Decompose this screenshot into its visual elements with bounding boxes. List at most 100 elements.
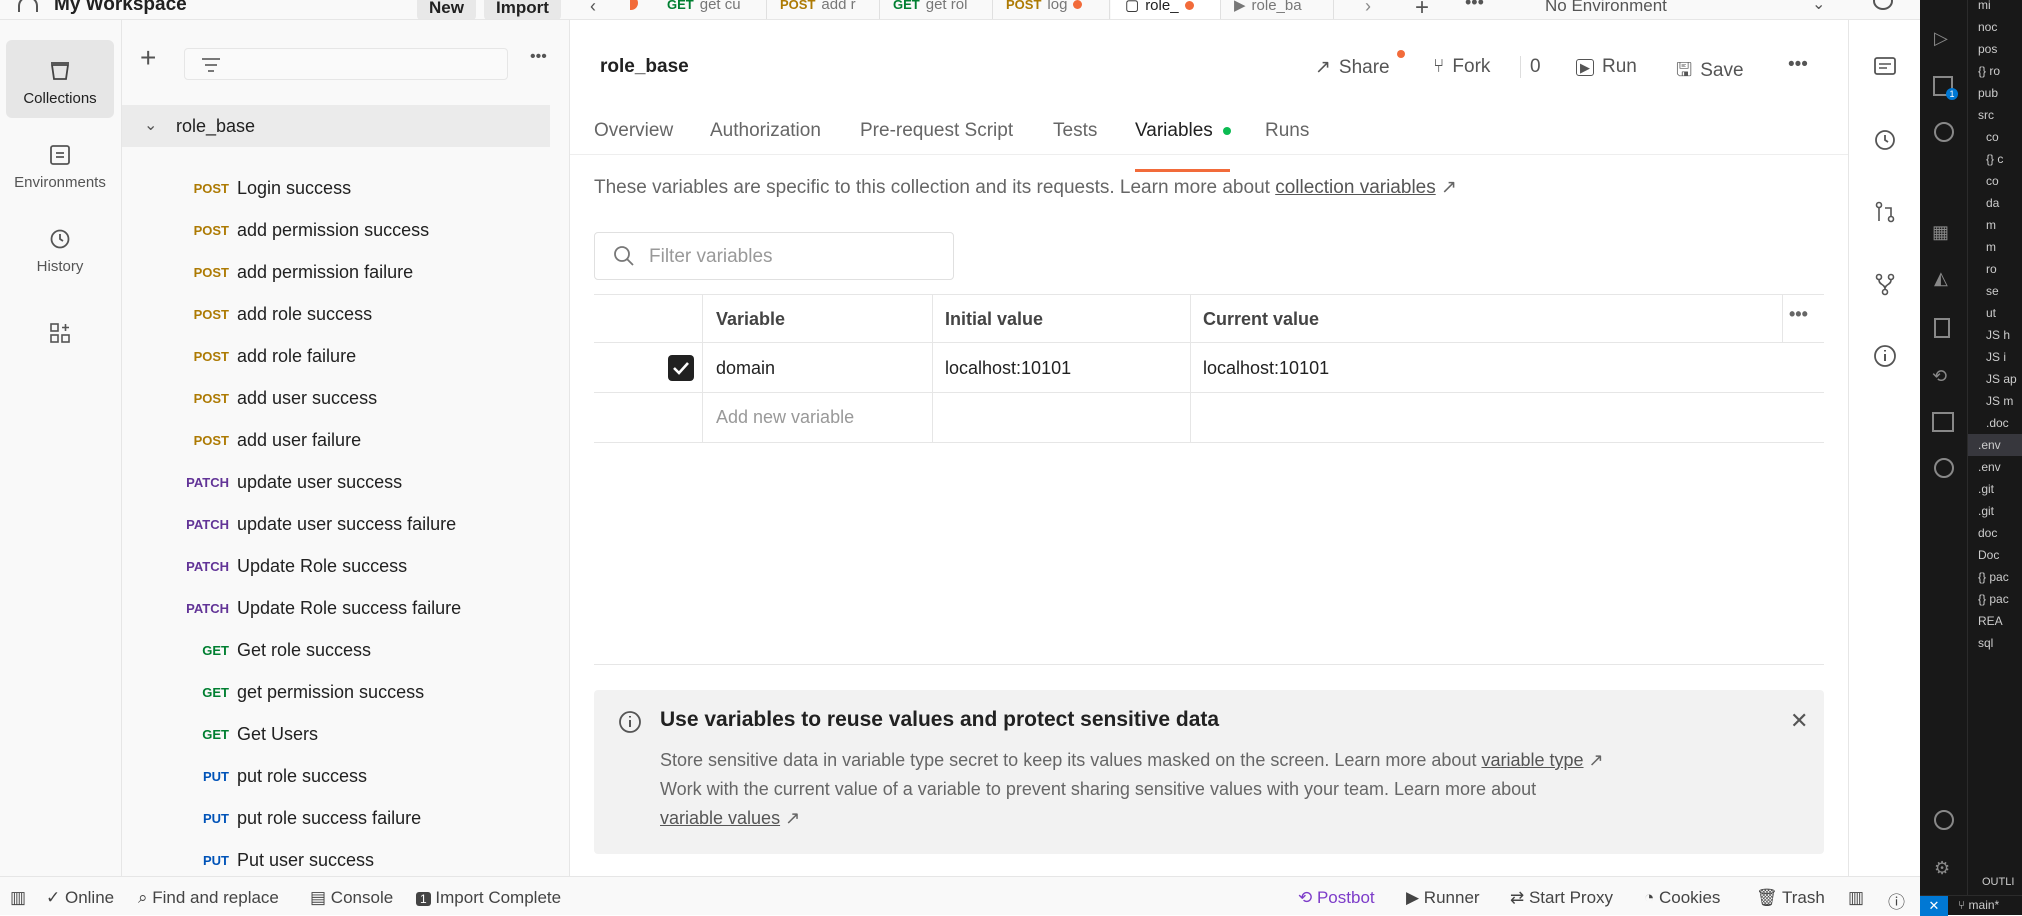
add-collection-icon[interactable]: + — [140, 44, 156, 72]
nav-configure-workspace[interactable] — [6, 310, 114, 360]
sidebar-request-item[interactable]: POST add permission failure — [122, 252, 550, 294]
vscode-tree-item[interactable]: da — [1986, 192, 1999, 214]
remote-indicator-icon[interactable]: ✕ — [1920, 896, 1948, 916]
new-tab-icon[interactable]: + — [1415, 0, 1429, 19]
chevron-down-icon[interactable]: ⌄ — [144, 115, 157, 135]
request-tab[interactable]: GET get rol — [881, 0, 993, 19]
vscode-tree-item[interactable]: REA — [1978, 610, 2003, 632]
panels-icon[interactable] — [1932, 412, 1954, 432]
sidebar-request-item[interactable]: PUT put role success — [122, 756, 550, 798]
initial-value-cell[interactable]: localhost:10101 — [945, 358, 1071, 379]
settings-gear-icon[interactable]: ⚙ — [1934, 858, 1950, 879]
vscode-tree-item[interactable]: .env — [1968, 434, 2022, 456]
online-status[interactable]: ✓ Online — [46, 888, 114, 908]
vscode-tree-item[interactable]: m — [1986, 214, 1996, 236]
vscode-tree-item[interactable]: se — [1986, 280, 1999, 302]
database-icon[interactable] — [1934, 318, 1950, 338]
sidebar-request-item[interactable]: POST Login success — [122, 168, 550, 210]
sidebar-request-item[interactable]: POST add user failure — [122, 420, 550, 462]
vscode-tree-item[interactable]: src — [1978, 104, 1994, 126]
sidebar-request-item[interactable]: PATCH update user success — [122, 462, 550, 504]
fork-info-icon[interactable] — [1873, 272, 1897, 296]
vscode-tree-item[interactable]: m — [1986, 236, 1996, 258]
variable-type-link[interactable]: variable type — [1481, 750, 1583, 770]
runner-button[interactable]: ▶ Runner — [1406, 888, 1480, 908]
sidebar-request-item[interactable]: POST add role success — [122, 294, 550, 336]
vscode-tree-item[interactable]: JS m — [1986, 390, 2013, 412]
changelog-icon[interactable] — [1873, 128, 1897, 152]
save-button[interactable]: 🖫 Save — [1676, 56, 1744, 88]
sidebar-request-item[interactable]: POST add user success — [122, 378, 550, 420]
two-pane-icon[interactable]: ▥ — [1848, 888, 1864, 908]
vscode-tree-item[interactable]: {} c — [1986, 148, 2003, 170]
start-proxy-button[interactable]: ⇄ Start Proxy — [1510, 888, 1613, 908]
tab-overview[interactable]: Overview — [594, 120, 673, 142]
eye-icon[interactable] — [1873, 0, 1893, 10]
nav-environments[interactable]: Environments — [6, 124, 114, 202]
request-tab[interactable]: POST add r — [768, 0, 880, 19]
sidebar-request-item[interactable]: PATCH update user success failure — [122, 504, 550, 546]
vscode-tree-item[interactable]: noc — [1978, 16, 1997, 38]
tab-authorization[interactable]: Authorization — [710, 120, 821, 142]
docker-icon[interactable]: ▦ — [1932, 222, 1949, 243]
request-tab[interactable]: GET get cu — [655, 0, 767, 19]
chevron-right-icon[interactable]: › — [1365, 0, 1371, 17]
collection-filter-input[interactable] — [184, 48, 508, 80]
documentation-icon[interactable] — [1873, 56, 1897, 78]
collection-row[interactable]: ⌄ role_base — [122, 105, 550, 147]
sidebar-request-item[interactable]: PATCH Update Role success — [122, 546, 550, 588]
more-options-icon[interactable]: ••• — [530, 48, 547, 66]
nav-history[interactable]: History — [6, 208, 114, 286]
nav-collections[interactable]: Collections — [6, 40, 114, 118]
vscode-tree-item[interactable]: sql — [1978, 632, 1993, 654]
vscode-tree-item[interactable]: Doc — [1978, 544, 1999, 566]
vscode-tree-item[interactable]: co — [1986, 170, 1999, 192]
sidebar-request-item[interactable]: GET get permission success — [122, 672, 550, 714]
workspace-title[interactable]: My Workspace — [54, 0, 187, 16]
vscode-tree-item[interactable]: .env — [1978, 456, 2001, 478]
variable-name-cell[interactable]: domain — [716, 358, 775, 379]
sidebar-request-item[interactable]: POST add permission success — [122, 210, 550, 252]
pull-requests-icon[interactable] — [1873, 200, 1897, 224]
sidebar-request-item[interactable]: POST add role failure — [122, 336, 550, 378]
chevron-down-icon[interactable]: ⌄ — [1812, 0, 1825, 14]
vscode-tree-item[interactable]: mi — [1978, 0, 1991, 16]
vscode-tree-item[interactable]: doc — [1978, 522, 1997, 544]
variable-enabled-checkbox[interactable] — [668, 355, 694, 381]
run-debug-icon[interactable]: ▷ — [1934, 28, 1948, 49]
vscode-tree-item[interactable]: JS i — [1986, 346, 2006, 368]
cookies-button[interactable]: ◔ Cookies — [1644, 888, 1720, 908]
vscode-tree-item[interactable]: co — [1986, 126, 1999, 148]
console-button[interactable]: ▤ Console — [310, 888, 393, 908]
trash-button[interactable]: 🗑 Trash — [1756, 888, 1825, 908]
vscode-tree-item[interactable]: {} pac — [1978, 588, 2009, 610]
help-icon[interactable]: ⓘ — [1888, 888, 1905, 913]
git-branch[interactable]: ⑂ main* — [1958, 898, 1999, 912]
vscode-tree-item[interactable]: JS ap — [1986, 368, 2017, 390]
environment-select[interactable]: No Environment — [1545, 0, 1667, 16]
testing-icon[interactable] — [1934, 122, 1954, 142]
vscode-tree-item[interactable]: .doc — [1986, 412, 2009, 434]
sidebar-request-item[interactable]: GET Get Users — [122, 714, 550, 756]
close-icon[interactable]: ✕ — [1790, 708, 1808, 734]
variable-values-link[interactable]: variable values — [660, 808, 780, 828]
vscode-tree-item[interactable]: ut — [1986, 302, 1996, 324]
vscode-tree-item[interactable]: JS h — [1986, 324, 2010, 346]
sidebar-request-item[interactable]: PUT put role success failure — [122, 798, 550, 840]
sidebar-request-item[interactable]: GET Get role success — [122, 630, 550, 672]
add-new-variable-input[interactable]: Add new variable — [716, 407, 854, 428]
table-options-icon[interactable]: ••• — [1789, 304, 1808, 325]
vscode-tree-item[interactable]: .git — [1978, 478, 1994, 500]
tab-tests[interactable]: Tests — [1053, 120, 1097, 142]
request-tab[interactable]: POST log — [994, 0, 1110, 19]
current-value-cell[interactable]: localhost:10101 — [1203, 358, 1329, 379]
more-tabs-icon[interactable]: ••• — [1465, 0, 1484, 13]
vscode-tree-item[interactable]: pos — [1978, 38, 1997, 60]
vscode-tree-item[interactable]: {} ro — [1978, 60, 2000, 82]
vscode-tree-item[interactable]: .git — [1978, 500, 1994, 522]
vscode-tree-item[interactable]: ro — [1986, 258, 1997, 280]
more-actions-icon[interactable]: ••• — [1788, 54, 1808, 76]
tab-variables[interactable]: Variables — [1135, 120, 1231, 142]
tab-pre-request-script[interactable]: Pre-request Script — [860, 120, 1013, 142]
tab-runs[interactable]: Runs — [1265, 120, 1309, 142]
